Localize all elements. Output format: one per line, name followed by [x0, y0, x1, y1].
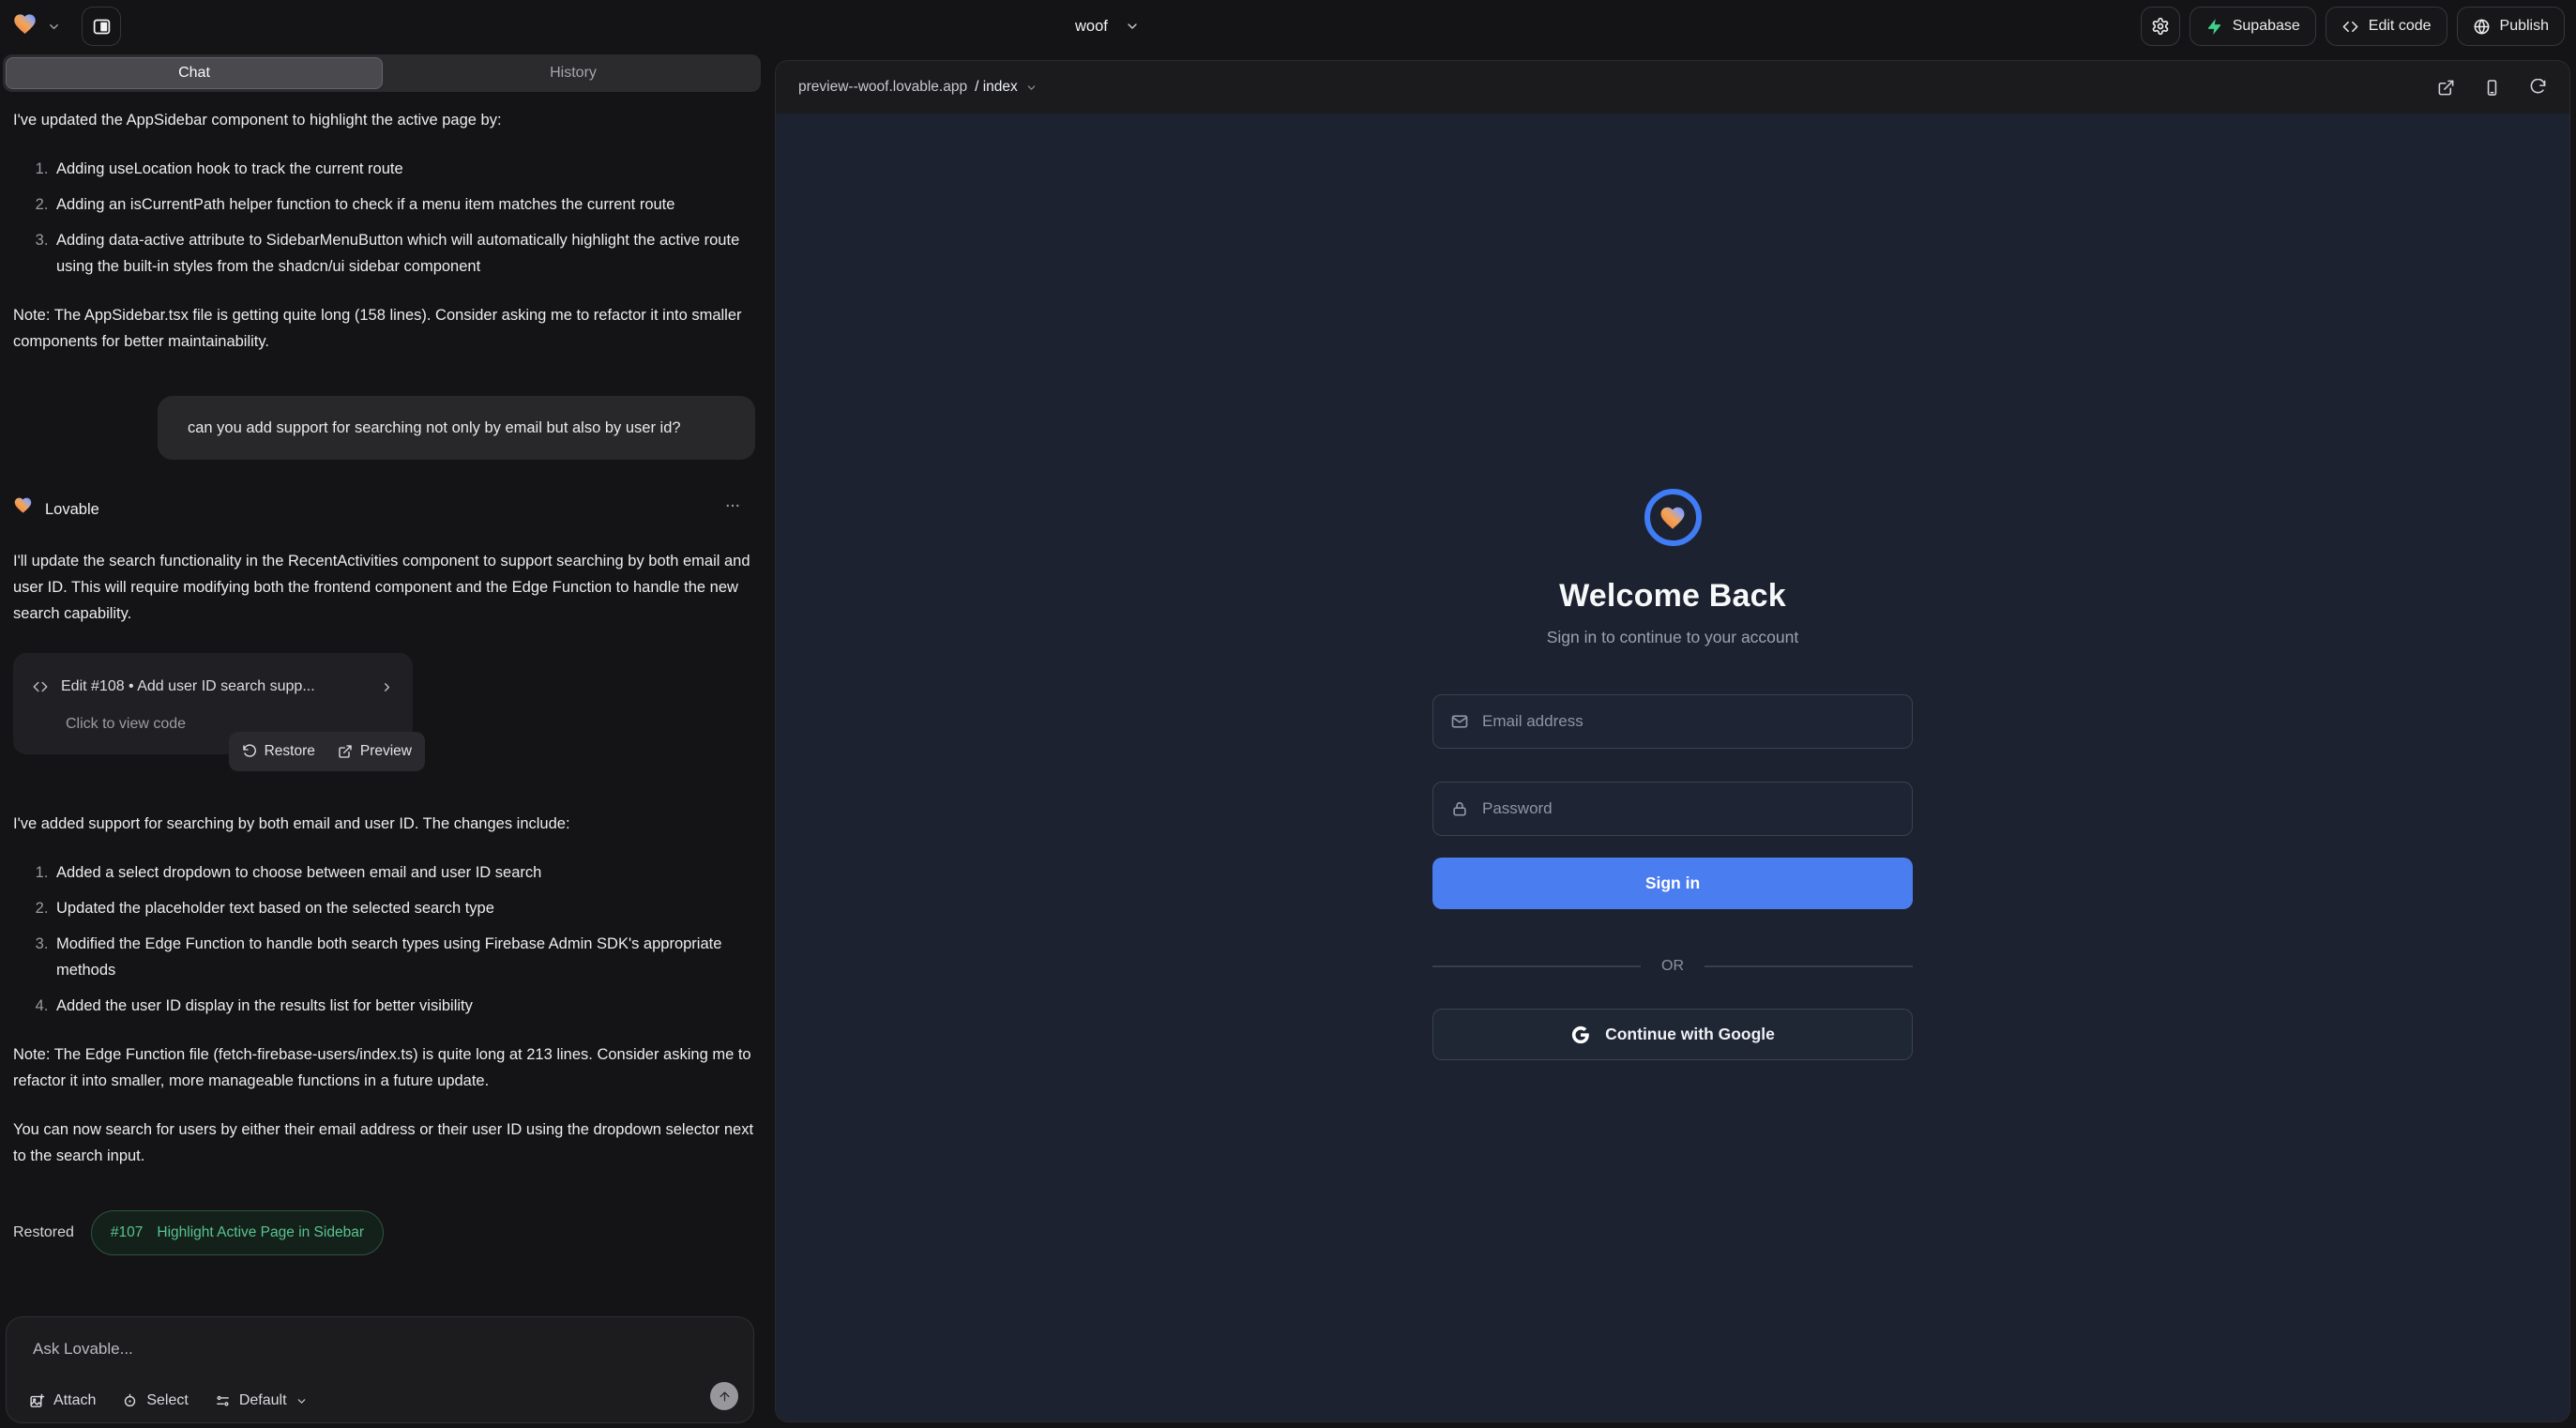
- chevron-down-icon: [1025, 82, 1038, 94]
- assistant-paragraph: I've updated the AppSidebar component to…: [13, 107, 754, 133]
- assistant-list: Added a select dropdown to choose betwee…: [13, 859, 754, 1019]
- preview-url-bar: preview--woof.lovable.app / index: [776, 61, 2569, 114]
- preview-url: preview--woof.lovable.app: [798, 79, 967, 96]
- divider-line: [1705, 965, 1913, 967]
- publish-button[interactable]: Publish: [2457, 7, 2565, 46]
- arrow-up-icon: [718, 1390, 732, 1404]
- code-icon: [32, 678, 49, 695]
- restore-icon: [242, 744, 257, 759]
- chat-composer[interactable]: Ask Lovable... Attach Select Default: [6, 1316, 754, 1423]
- project-chevron-down-icon: [1125, 19, 1140, 34]
- user-message-bubble: can you add support for searching not on…: [158, 396, 755, 460]
- chevron-right-icon[interactable]: [380, 680, 394, 694]
- email-field[interactable]: Email address: [1432, 694, 1913, 749]
- chat-input[interactable]: Ask Lovable...: [33, 1340, 133, 1359]
- restored-label: Restored: [13, 1220, 74, 1246]
- mail-icon: [1450, 712, 1469, 731]
- version-badge-id: #107: [111, 1220, 143, 1246]
- attach-button[interactable]: Attach: [29, 1392, 96, 1409]
- assistant-paragraph: I've added support for searching by both…: [13, 811, 754, 837]
- edit-card-title: Edit #108 • Add user ID search supp...: [61, 674, 315, 700]
- topbar-left: [12, 0, 121, 53]
- list-item: Updated the placeholder text based on th…: [53, 895, 754, 921]
- list-item: Adding an isCurrentPath helper function …: [53, 191, 754, 218]
- signin-title: Welcome Back: [1559, 578, 1786, 615]
- topbar: woof Supabase Edit code Publish: [0, 0, 2576, 53]
- topbar-actions: Supabase Edit code Publish: [2141, 7, 2565, 46]
- assistant-note: Note: The Edge Function file (fetch-fire…: [13, 1041, 754, 1094]
- mode-selector[interactable]: Default: [215, 1392, 308, 1409]
- lovable-logo-heart-icon[interactable]: [12, 11, 38, 41]
- preview-panel: preview--woof.lovable.app / index Welcom…: [775, 60, 2570, 1422]
- open-in-new-tab-icon[interactable]: [2437, 79, 2455, 97]
- tab-history[interactable]: History: [386, 54, 761, 92]
- logo-chevron-down-icon[interactable]: [47, 20, 61, 34]
- preview-button[interactable]: Preview: [338, 738, 412, 765]
- code-icon: [2341, 18, 2359, 36]
- google-g-icon: [1570, 1025, 1591, 1045]
- project-switcher[interactable]: woof: [1075, 0, 1140, 53]
- chat-sidebar: Chat History I've updated the AppSidebar…: [0, 53, 767, 1428]
- sidebar-tabs: Chat History: [3, 54, 761, 92]
- panel-left-icon: [92, 17, 112, 37]
- send-button[interactable]: [710, 1382, 738, 1410]
- toggle-sidebar-button[interactable]: [82, 7, 121, 46]
- list-item: Adding data-active attribute to SidebarM…: [53, 227, 754, 280]
- assistant-paragraph: I'll update the search functionality in …: [13, 548, 754, 627]
- or-label: OR: [1661, 958, 1684, 975]
- assistant-header: Lovable: [13, 495, 754, 524]
- assistant-name: Lovable: [45, 496, 99, 523]
- chevron-down-icon: [295, 1395, 308, 1407]
- version-badge-text: Highlight Active Page in Sidebar: [157, 1220, 364, 1246]
- locate-icon: [122, 1393, 138, 1409]
- edit-version-card[interactable]: Edit #108 • Add user ID search supp... C…: [13, 653, 413, 754]
- select-element-button[interactable]: Select: [122, 1392, 188, 1409]
- app-heart-icon: [1659, 504, 1687, 532]
- or-divider: OR: [1432, 958, 1913, 975]
- email-placeholder: Email address: [1482, 712, 1583, 731]
- lock-icon: [1450, 799, 1469, 818]
- sliders-icon: [215, 1393, 231, 1409]
- preview-url-dropdown[interactable]: preview--woof.lovable.app / index: [798, 79, 1038, 96]
- composer-toolbar: Attach Select Default: [29, 1392, 308, 1409]
- preview-app-content: Welcome Back Sign in to continue to your…: [776, 114, 2569, 1421]
- assistant-note: Note: The AppSidebar.tsx file is getting…: [13, 302, 754, 355]
- continue-with-google-button[interactable]: Continue with Google: [1432, 1009, 1913, 1060]
- app-logo: [1644, 489, 1702, 546]
- settings-button[interactable]: [2141, 7, 2180, 46]
- supabase-button[interactable]: Supabase: [2190, 7, 2316, 46]
- divider-line: [1432, 965, 1641, 967]
- chat-messages: I've updated the AppSidebar component to…: [0, 96, 767, 1312]
- list-item: Modified the Edge Function to handle bot…: [53, 931, 754, 983]
- preview-route: / index: [975, 79, 1018, 96]
- preview-controls: [2437, 79, 2547, 97]
- list-item: Adding useLocation hook to track the cur…: [53, 156, 754, 182]
- edit-card-header: Edit #108 • Add user ID search supp...: [32, 674, 394, 700]
- mobile-view-icon[interactable]: [2483, 79, 2501, 97]
- supabase-bolt-icon: [2205, 18, 2223, 36]
- assistant-paragraph: You can now search for users by either t…: [13, 1117, 754, 1169]
- lovable-avatar-heart-icon: [13, 495, 33, 524]
- project-name: woof: [1075, 18, 1108, 36]
- assistant-list: Adding useLocation hook to track the cur…: [13, 156, 754, 280]
- password-field[interactable]: Password: [1432, 782, 1913, 836]
- tab-chat[interactable]: Chat: [6, 57, 383, 89]
- version-badge[interactable]: #107 Highlight Active Page in Sidebar: [91, 1210, 384, 1255]
- image-plus-icon: [29, 1393, 45, 1409]
- edit-card-actions: Restore Preview: [229, 732, 425, 771]
- restore-button[interactable]: Restore: [242, 738, 315, 765]
- list-item: Added the user ID display in the results…: [53, 993, 754, 1019]
- more-options-icon[interactable]: [724, 496, 741, 523]
- refresh-icon[interactable]: [2529, 79, 2547, 97]
- list-item: Added a select dropdown to choose betwee…: [53, 859, 754, 886]
- sign-in-button[interactable]: Sign in: [1432, 858, 1913, 909]
- signin-subtitle: Sign in to continue to your account: [1547, 628, 1799, 647]
- edit-code-button[interactable]: Edit code: [2326, 7, 2447, 46]
- restored-row: Restored #107 Highlight Active Page in S…: [13, 1210, 754, 1255]
- gear-icon: [2151, 17, 2170, 36]
- globe-icon: [2473, 18, 2491, 36]
- password-placeholder: Password: [1482, 799, 1553, 818]
- external-link-icon: [338, 744, 353, 759]
